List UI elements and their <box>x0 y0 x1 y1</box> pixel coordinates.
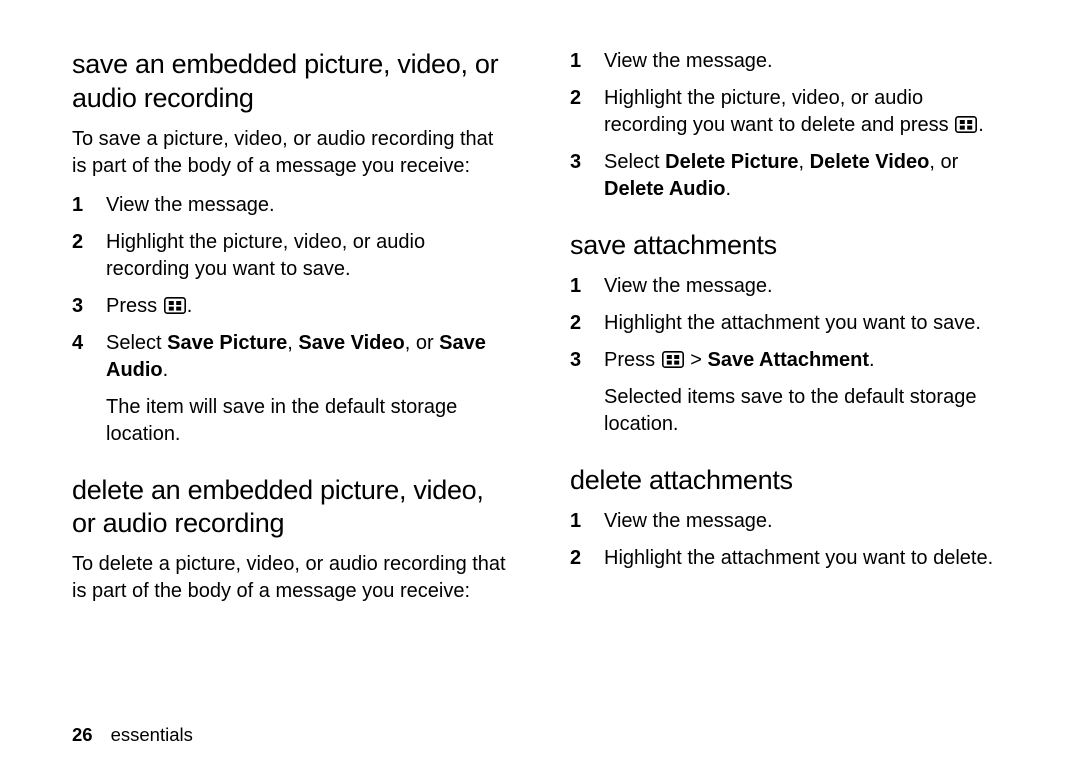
list-item: 3 Press . <box>72 293 510 330</box>
step-text: Highlight the picture, video, or audio r… <box>604 85 1008 149</box>
step-text: Select Delete Picture, Delete Video, or … <box>604 149 1008 213</box>
list-item: 2 Highlight the attachment you want to d… <box>570 545 1008 582</box>
menu-key-icon <box>164 297 186 314</box>
list-item: 1 View the message. <box>72 192 510 229</box>
text: . <box>726 178 732 200</box>
step-text: Press . <box>106 293 510 330</box>
list-item: 2 Highlight the attachment you want to s… <box>570 310 1008 347</box>
intro-save-embedded: To save a picture, video, or audio recor… <box>72 126 510 180</box>
intro-delete-embedded: To delete a picture, video, or audio rec… <box>72 551 510 605</box>
right-column: 1 View the message. 2 Highlight the pict… <box>570 48 1008 704</box>
step-number: 1 <box>570 508 604 545</box>
list-item: 3 Select Delete Picture, Delete Video, o… <box>570 149 1008 213</box>
step-number: 3 <box>570 347 604 448</box>
left-column: save an embedded picture, video, or audi… <box>72 48 510 704</box>
bold-term: Save Video <box>298 332 404 354</box>
text: , or <box>929 151 958 173</box>
step-text: Press > Save Attachment. Selected items … <box>604 347 1008 448</box>
step-number: 2 <box>570 545 604 582</box>
two-column-layout: save an embedded picture, video, or audi… <box>72 48 1008 704</box>
step-text: Highlight the attachment you want to sav… <box>604 310 1008 347</box>
heading-delete-attachments: delete attachments <box>570 464 1008 498</box>
save-attachment-steps: 1 View the message. 2 Highlight the atta… <box>570 273 1008 448</box>
text: > <box>685 349 708 371</box>
text: . <box>187 295 193 317</box>
save-embedded-steps: 1 View the message. 2 Highlight the pict… <box>72 192 510 458</box>
step-number: 1 <box>570 48 604 85</box>
step-text: View the message. <box>106 192 510 229</box>
step-number: 1 <box>72 192 106 229</box>
text: . <box>163 359 169 381</box>
menu-key-icon <box>662 351 684 368</box>
heading-save-attachments: save attachments <box>570 229 1008 263</box>
manual-page: save an embedded picture, video, or audi… <box>0 0 1080 766</box>
list-item: 1 View the message. <box>570 48 1008 85</box>
list-item: 3 Press > Save Attachment. Selected item… <box>570 347 1008 448</box>
step-text: View the message. <box>604 508 1008 545</box>
text: Select <box>604 151 665 173</box>
text: , or <box>405 332 439 354</box>
text: Press <box>604 349 661 371</box>
list-item: 1 View the message. <box>570 508 1008 545</box>
list-item: 2 Highlight the picture, video, or audio… <box>570 85 1008 149</box>
list-item: 2 Highlight the picture, video, or audio… <box>72 229 510 293</box>
list-item: 1 View the message. <box>570 273 1008 310</box>
text: . <box>978 114 984 136</box>
step-text: View the message. <box>604 273 1008 310</box>
text: Highlight the picture, video, or audio r… <box>604 87 954 136</box>
step-text: Select Save Picture, Save Video, or Save… <box>106 330 510 458</box>
bold-term: Delete Video <box>810 151 930 173</box>
heading-delete-embedded: delete an embedded picture, video, or au… <box>72 474 510 542</box>
page-number: 26 <box>72 724 93 745</box>
text: Select <box>106 332 167 354</box>
text: . <box>869 349 875 371</box>
step-number: 3 <box>72 293 106 330</box>
bold-term: Delete Audio <box>604 178 726 200</box>
page-footer: 26 essentials <box>72 704 1008 746</box>
list-item: 4 Select Save Picture, Save Video, or Sa… <box>72 330 510 458</box>
menu-key-icon <box>955 116 977 133</box>
bold-term: Save Picture <box>167 332 287 354</box>
step-number: 3 <box>570 149 604 213</box>
bold-term: Delete Picture <box>665 151 798 173</box>
step-number: 2 <box>570 85 604 149</box>
step-number: 2 <box>570 310 604 347</box>
step-number: 1 <box>570 273 604 310</box>
bold-term: Save Attachment <box>707 349 869 371</box>
step-subtext: Selected items save to the default stora… <box>604 384 1004 438</box>
delete-attachment-steps: 1 View the message. 2 Highlight the atta… <box>570 508 1008 582</box>
section-label: essentials <box>111 724 193 745</box>
text: , <box>287 332 298 354</box>
delete-embedded-steps: 1 View the message. 2 Highlight the pict… <box>570 48 1008 213</box>
step-number: 2 <box>72 229 106 293</box>
step-text: View the message. <box>604 48 1008 85</box>
step-text: Highlight the picture, video, or audio r… <box>106 229 510 293</box>
step-number: 4 <box>72 330 106 458</box>
text: , <box>799 151 810 173</box>
text: Press <box>106 295 163 317</box>
heading-save-embedded: save an embedded picture, video, or audi… <box>72 48 510 116</box>
step-subtext: The item will save in the default storag… <box>106 394 506 448</box>
step-text: Highlight the attachment you want to del… <box>604 545 1008 582</box>
